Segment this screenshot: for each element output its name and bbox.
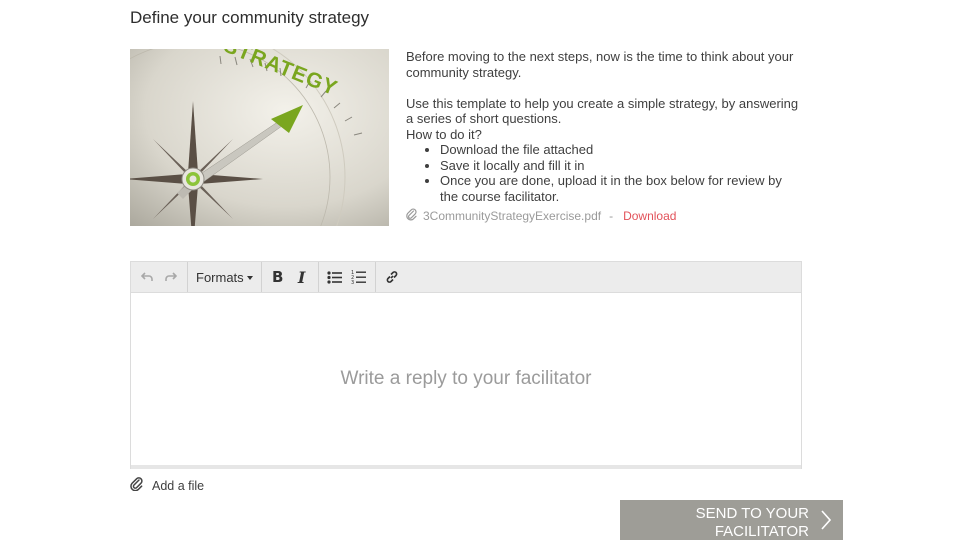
italic-button[interactable]: I xyxy=(290,265,314,289)
steps-list: Download the file attached Save it local… xyxy=(440,142,802,204)
chevron-right-icon xyxy=(821,510,832,535)
download-link[interactable]: Download xyxy=(623,209,676,223)
editor-placeholder: Write a reply to your facilitator xyxy=(340,368,592,389)
intro-paragraph: Before moving to the next steps, now is … xyxy=(406,49,794,80)
formats-dropdown[interactable]: Formats xyxy=(192,270,257,285)
page-title: Define your community strategy xyxy=(130,8,370,27)
attachment-row: 3CommunityStrategyExercise.pdf - Downloa… xyxy=(406,208,676,224)
compass-strategy-image: STRATEGY xyxy=(130,49,389,226)
how-to-heading: How to do it? xyxy=(406,126,482,142)
send-label-line2: FACILITATOR xyxy=(714,523,809,540)
bullet-list-button[interactable] xyxy=(323,265,347,289)
attachment-separator: - xyxy=(609,209,614,223)
link-icon[interactable] xyxy=(380,265,404,289)
step-item: Save it locally and fill it in xyxy=(440,158,802,174)
chevron-down-icon xyxy=(246,275,253,280)
bold-button[interactable]: B xyxy=(266,265,290,289)
undo-button[interactable] xyxy=(135,265,159,289)
editor-toolbar: Formats B I 123 xyxy=(131,262,801,293)
add-file-label: Add a file xyxy=(152,478,205,493)
step-item: Once you are done, upload it in the box … xyxy=(440,173,802,204)
step-item: Download the file attached xyxy=(440,142,802,158)
editor-resize-bar xyxy=(131,465,801,469)
intro-paragraph: Use this template to help you create a s… xyxy=(406,95,799,127)
send-label-line1: SEND TO YOUR xyxy=(695,505,809,522)
intro-text: Before moving to the next steps, now is … xyxy=(406,49,802,204)
reply-editor: Formats B I 123 Write a reply to your fa… xyxy=(130,261,802,469)
redo-button[interactable] xyxy=(159,265,183,289)
editor-content-area[interactable]: Write a reply to your facilitator xyxy=(131,293,801,465)
attachment-filename: 3CommunityStrategyExercise.pdf xyxy=(423,209,602,223)
send-to-facilitator-button[interactable]: SEND TO YOUR FACILITATOR xyxy=(620,500,843,540)
add-file-button[interactable]: Add a file xyxy=(130,477,204,494)
paperclip-icon xyxy=(406,208,417,224)
numbered-list-button[interactable]: 123 xyxy=(347,265,371,289)
formats-label: Formats xyxy=(196,269,244,285)
paperclip-icon xyxy=(130,477,143,494)
svg-text:3: 3 xyxy=(351,280,354,284)
